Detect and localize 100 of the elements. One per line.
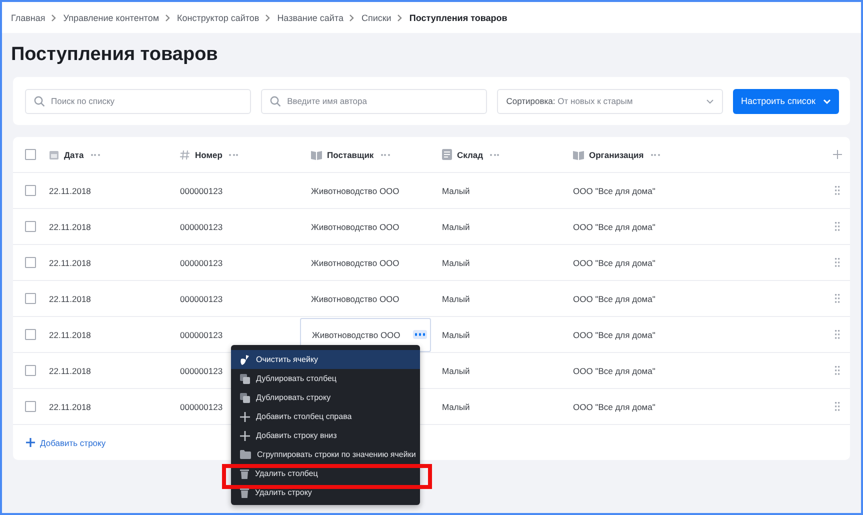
column-header[interactable]: Номер [195,150,222,160]
table-cell: ООО "Все для дома" [573,294,656,304]
menu-item[interactable]: Очистить ячейку [231,350,420,369]
table-cell: ООО "Все для дома" [573,402,656,412]
more-icon[interactable] [488,152,502,158]
breadcrumb-link[interactable]: Управление контентом [63,12,160,22]
table-cell: Малый [442,294,470,304]
drag-handle-icon[interactable] [834,222,840,231]
table-cell: 22.11.2018 [49,366,91,376]
table-cell: 000000123 [180,186,223,196]
drag-handle-icon[interactable] [834,402,840,411]
breadcrumb-current: Поступления товаров [409,12,508,22]
chevron-right-icon [165,14,172,22]
menu-item[interactable]: Дублировать строку [231,388,420,407]
chevron-right-icon [397,14,404,22]
more-icon[interactable] [88,152,102,158]
hash-icon [180,150,190,160]
table-cell: 22.11.2018 [49,294,91,304]
menu-item[interactable]: Удалить строку [231,483,420,502]
more-icon[interactable] [648,152,662,158]
table-cell: 22.11.2018 [49,330,91,340]
table-cell: 22.11.2018 [49,222,91,232]
search-input[interactable]: Поиск по списку [51,91,242,111]
add-column-icon[interactable] [832,150,842,159]
table-cell: ООО "Все для дома" [573,222,656,232]
table-cell: Малый [442,186,470,196]
chevron-down-icon [823,98,832,104]
page-title: Поступления товаров [11,43,218,67]
column-header[interactable]: Организация [589,150,644,160]
table-cell: Животноводство ООО [311,186,400,196]
breadcrumb-link[interactable]: Главная [11,12,46,22]
table-cell: Малый [442,222,470,232]
cell-more-button[interactable] [412,330,427,339]
table-cell: 22.11.2018 [49,402,91,412]
drag-handle-icon[interactable] [834,294,840,303]
book-icon [573,150,584,160]
menu-item[interactable]: Дублировать столбец [231,369,420,388]
add-row-link[interactable]: Добавить строку [40,438,106,448]
breadcrumb-link[interactable]: Конструктор сайтов [177,12,260,22]
search-icon [34,96,45,106]
table-cell: 000000123 [180,294,223,304]
table-cell-text: Животноводство ООО [312,330,400,340]
plus-icon [240,430,250,440]
column-header[interactable]: Склад [457,150,484,160]
menu-item[interactable]: Сгруппировать строки по значению ячейки [231,445,420,464]
drag-handle-icon[interactable] [834,186,840,195]
row-checkbox[interactable] [25,401,36,412]
chevron-right-icon [349,14,356,22]
search-field[interactable]: Поиск по списку [25,88,252,114]
table-cell: ООО "Все для дома" [573,186,656,196]
table-cell: Животноводство ООО [311,258,400,268]
menu-item[interactable]: Добавить строку вниз [231,426,420,445]
document-icon [442,149,452,160]
table-cell: Малый [442,330,470,340]
sort-dropdown[interactable]: Сортировка: От новых к старым [497,88,724,114]
author-input[interactable]: Введите имя автора [287,91,478,111]
chevron-right-icon [51,14,58,22]
table-cell: Животноводство ООО [311,294,400,304]
table-cell: 000000123 [180,366,223,376]
table-cell: Малый [442,402,470,412]
row-checkbox[interactable] [25,293,36,304]
folder-icon [240,450,251,459]
configure-list-button[interactable]: Настроить список [733,88,839,114]
row-checkbox[interactable] [25,185,36,196]
breadcrumb-link[interactable]: Название сайта [277,12,344,22]
table-cell: 000000123 [180,258,223,268]
select-all-checkbox[interactable] [25,149,36,160]
calendar-icon [49,150,59,160]
row-checkbox[interactable] [25,329,36,340]
row-checkbox[interactable] [25,221,36,232]
table-cell: ООО "Все для дома" [573,330,656,340]
table-cell: 22.11.2018 [49,186,91,196]
author-field[interactable]: Введите имя автора [261,88,488,114]
table-cell: ООО "Все для дома" [573,366,656,376]
trash-icon [240,468,249,478]
more-icon[interactable] [227,152,240,158]
breadcrumb-link[interactable]: Списки [361,12,392,22]
plus-icon [26,438,35,447]
chevron-down-icon [706,98,714,104]
column-header[interactable]: Дата [64,150,84,160]
chevron-right-icon [265,14,272,22]
trash-icon [240,488,249,498]
menu-item[interactable]: Удалить столбец [231,464,420,483]
row-checkbox[interactable] [25,365,36,376]
drag-handle-icon[interactable] [834,258,840,267]
book-icon [311,150,322,160]
table-cell: Малый [442,366,470,376]
table-cell: 000000123 [180,222,223,232]
table-cell: 22.11.2018 [49,258,91,268]
table-cell: 000000123 [180,330,223,340]
column-header[interactable]: Поставщик [327,150,374,160]
drag-handle-icon[interactable] [834,366,840,375]
table-cell: ООО "Все для дома" [573,258,656,268]
menu-item[interactable]: Добавить столбец справа [231,407,420,426]
table-cell: 000000123 [180,402,223,412]
table-cell: Животноводство ООО [311,222,400,232]
table-cell: Малый [442,258,470,268]
row-checkbox[interactable] [25,257,36,268]
drag-handle-icon[interactable] [834,330,840,339]
more-icon[interactable] [378,152,392,158]
